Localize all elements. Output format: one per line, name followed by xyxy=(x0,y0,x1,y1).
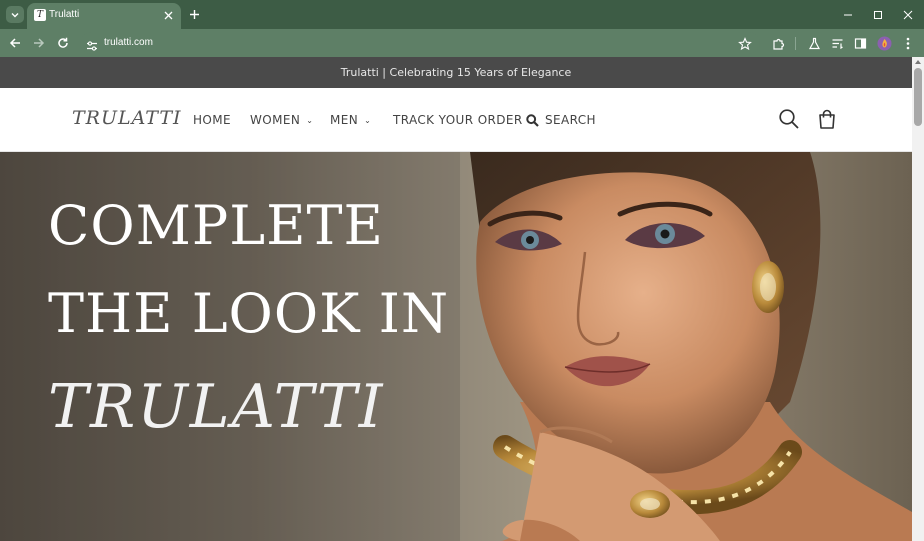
tab-title: Trulatti xyxy=(49,9,80,20)
site-settings-icon[interactable] xyxy=(86,37,98,51)
nav-men-label: MEN xyxy=(330,113,359,127)
back-arrow-icon[interactable] xyxy=(6,34,24,52)
profile-avatar-icon[interactable] xyxy=(876,35,892,51)
plus-icon[interactable] xyxy=(185,6,203,23)
reading-list-icon[interactable] xyxy=(829,35,845,51)
reload-icon[interactable] xyxy=(54,34,72,52)
web-page: Trulatti | Celebrating 15 Years of Elega… xyxy=(0,57,912,541)
hero-heading-line2: THE LOOK IN xyxy=(48,282,450,345)
hero-heading-brand: TRULATTI xyxy=(48,372,385,442)
nav-search-label: SEARCH xyxy=(545,113,596,127)
more-menu-icon[interactable] xyxy=(900,35,916,51)
search-icon[interactable] xyxy=(778,108,800,130)
browser-tab-strip: T Trulatti xyxy=(0,0,924,29)
tab-search-icon[interactable] xyxy=(6,6,24,23)
nav-women[interactable]: WOMEN ⌄ xyxy=(250,113,313,127)
site-header: TRULATTI HOME WOMEN ⌄ MEN ⌄ TRACK YOUR ORD… xyxy=(0,88,912,152)
flask-icon[interactable] xyxy=(806,35,822,51)
browser-toolbar: trulatti.com xyxy=(0,29,924,57)
hero-heading-line1: COMPLETE xyxy=(48,194,384,257)
maximize-icon[interactable] xyxy=(866,6,890,23)
nav-women-label: WOMEN xyxy=(250,113,301,127)
browser-tab[interactable]: T Trulatti xyxy=(27,3,181,29)
nav-track-order[interactable]: TRACK YOUR ORDER xyxy=(393,113,523,127)
address-bar[interactable]: trulatti.com xyxy=(80,32,760,54)
chevron-down-icon: ⌄ xyxy=(364,116,372,125)
nav-home-label: HOME xyxy=(193,113,232,127)
search-icon xyxy=(526,113,539,127)
nav-men[interactable]: MEN ⌄ xyxy=(330,113,371,127)
close-icon[interactable] xyxy=(161,8,175,22)
side-panel-icon[interactable] xyxy=(852,35,868,51)
site-logo[interactable]: TRULATTI xyxy=(72,107,182,129)
url-text[interactable]: trulatti.com xyxy=(104,37,153,48)
chevron-down-icon: ⌄ xyxy=(306,116,314,125)
page-scrollbar[interactable] xyxy=(912,57,924,541)
star-icon[interactable] xyxy=(738,36,752,51)
scrollbar-thumb[interactable] xyxy=(914,68,922,126)
announcement-bar: Trulatti | Celebrating 15 Years of Elega… xyxy=(0,57,912,88)
scroll-up-arrow-icon[interactable] xyxy=(912,57,924,67)
close-window-icon[interactable] xyxy=(896,6,920,23)
cart-icon[interactable] xyxy=(816,108,838,130)
site-favicon: T xyxy=(34,9,46,21)
nav-track-order-label: TRACK YOUR ORDER xyxy=(393,113,523,127)
nav-home[interactable]: HOME xyxy=(193,113,231,127)
nav-search[interactable]: SEARCH xyxy=(526,112,596,128)
minimize-icon[interactable] xyxy=(836,6,860,23)
hero-banner[interactable]: COMPLETE THE LOOK IN TRULATTI xyxy=(0,152,912,541)
toolbar-divider xyxy=(795,37,796,50)
forward-arrow-icon[interactable] xyxy=(30,34,48,52)
extensions-icon[interactable] xyxy=(770,35,786,51)
